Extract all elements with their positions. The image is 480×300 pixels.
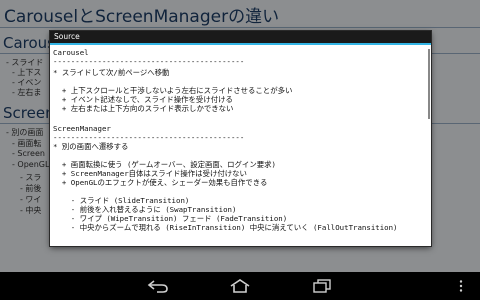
source-line: + イベント記述なしで、スライド操作を受け付ける bbox=[53, 95, 233, 104]
home-icon bbox=[230, 279, 250, 293]
source-line: + 画面転換に使う (ゲームオーバー、設定画面、ログイン要求) bbox=[53, 160, 276, 169]
recent-apps-icon bbox=[313, 279, 331, 293]
source-line: + 上下スクロールと干渉しないよう左右にスライドさせることが多い bbox=[53, 86, 293, 95]
source-line: ----------------------------------------… bbox=[53, 133, 245, 142]
dialog-scrollbar[interactable] bbox=[428, 49, 430, 119]
app-screen: CarouselとScreenManagerの違い Carousel - スライ… bbox=[0, 0, 480, 300]
home-button[interactable] bbox=[220, 276, 260, 296]
source-line: + OpenGLのエフェクトが使え、シェーダー効果も自作できる bbox=[53, 178, 268, 187]
back-arrow-icon bbox=[147, 280, 168, 293]
overflow-menu-icon bbox=[459, 280, 463, 292]
back-button[interactable] bbox=[138, 276, 178, 296]
source-line: * 別の画面へ遷移する bbox=[53, 142, 129, 151]
source-line: - 中央からズームで現れる (RiseInTransition) 中央に消えてい… bbox=[53, 223, 398, 232]
source-line: + 左右または上下方向のスライド表示しかできない bbox=[53, 104, 234, 113]
source-text-area[interactable]: Carousel -------------------------------… bbox=[50, 45, 431, 246]
source-line: - ワイプ (WipeTransition) フェード (FadeTransit… bbox=[53, 214, 288, 223]
recent-apps-button[interactable] bbox=[302, 276, 342, 296]
dialog-titlebar: Source bbox=[50, 31, 431, 45]
dialog-title: Source bbox=[54, 32, 80, 41]
source-line: ScreenManager bbox=[53, 124, 111, 133]
source-line: - 前後を入れ替えるように (SwapTransition) bbox=[53, 205, 237, 214]
source-line: + ScreenManager自体はスライド操作は受け付けない bbox=[53, 169, 247, 178]
source-line: ----------------------------------------… bbox=[53, 57, 245, 66]
source-line: Carousel bbox=[53, 48, 89, 57]
overflow-menu-button[interactable] bbox=[446, 276, 476, 296]
source-line: - スライド (SlideTransition) bbox=[53, 196, 190, 205]
source-line: * スライドして次/前ページへ移動 bbox=[53, 68, 170, 77]
source-dialog: Source Carousel ------------------------… bbox=[50, 31, 431, 246]
system-navigation-bar bbox=[0, 272, 480, 300]
